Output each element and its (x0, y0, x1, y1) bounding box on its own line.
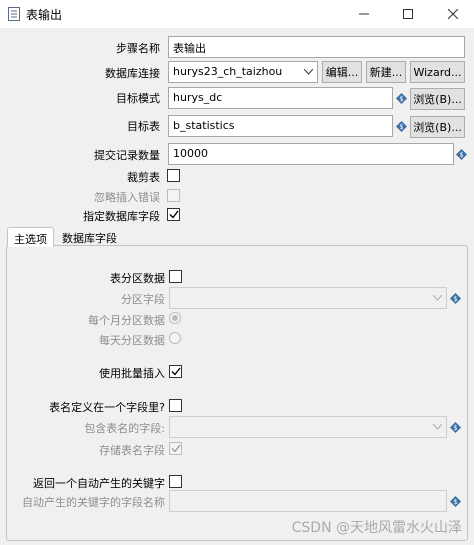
chevron-down-icon (303, 66, 313, 78)
maximize-button[interactable] (398, 4, 418, 24)
check-icon (171, 367, 181, 376)
svg-text:$: $ (453, 498, 457, 506)
close-button[interactable] (443, 4, 463, 24)
minimize-button[interactable] (354, 4, 374, 24)
monthly-partition-label: 每个月分区数据 (88, 314, 165, 327)
variable-icon: $ (396, 93, 407, 104)
key-field-name-label: 自动产生的关键字的字段名称 (22, 496, 165, 509)
window-title: 表输出 (26, 8, 63, 22)
specify-fields-label: 指定数据库字段 (83, 210, 160, 223)
table-in-field-checkbox[interactable] (169, 399, 182, 412)
batch-insert-label: 使用批量插入 (99, 367, 165, 380)
batch-insert-checkbox[interactable] (169, 365, 182, 378)
tab-database-fields[interactable]: 数据库字段 (56, 227, 123, 247)
store-table-name-checkbox[interactable] (169, 442, 182, 455)
variable-icon: $ (396, 121, 407, 132)
browse-schema-button[interactable]: 浏览(B)... (410, 88, 465, 110)
variable-icon: $ (450, 293, 461, 304)
table-name-field-label: 包含表名的字段: (84, 422, 165, 435)
truncate-checkbox[interactable] (167, 169, 180, 182)
variable-icon: $ (450, 422, 461, 433)
connection-value: hurys23_ch_taizhou (173, 65, 283, 78)
svg-text:$: $ (399, 123, 403, 131)
chevron-down-icon (432, 292, 442, 304)
table-input[interactable]: b_statistics (168, 115, 393, 137)
svg-text:$: $ (399, 95, 403, 103)
variable-icon: $ (456, 149, 467, 160)
app-icon (8, 7, 20, 21)
truncate-label: 裁剪表 (127, 171, 160, 184)
svg-text:$: $ (453, 295, 457, 303)
ignore-errors-label: 忽略插入错误 (94, 191, 160, 204)
specify-fields-checkbox[interactable] (167, 208, 180, 221)
svg-text:$: $ (459, 151, 463, 159)
svg-text:$: $ (453, 424, 457, 432)
browse-table-button[interactable]: 浏览(B)... (410, 116, 465, 138)
commit-size-label: 提交记录数量 (94, 149, 160, 162)
tab-main-options[interactable]: 主选项 (7, 227, 54, 247)
edit-connection-button[interactable]: 编辑... (322, 61, 362, 83)
step-name-label: 步骤名称 (116, 42, 160, 55)
chevron-down-icon (432, 421, 442, 433)
partition-label: 表分区数据 (110, 272, 165, 285)
ignore-errors-checkbox[interactable] (167, 189, 180, 202)
daily-partition-radio[interactable] (169, 332, 181, 344)
wizard-button[interactable]: Wizard... (410, 61, 465, 83)
partition-checkbox[interactable] (169, 270, 182, 283)
check-icon (169, 210, 179, 219)
check-icon (171, 444, 181, 453)
watermark: CSDN @天地风雷水火山泽 (291, 520, 462, 536)
table-label: 目标表 (127, 120, 160, 133)
partition-field-select[interactable] (169, 287, 447, 309)
schema-input[interactable]: hurys_dc (168, 87, 393, 109)
step-name-input[interactable]: 表输出 (168, 36, 465, 58)
connection-select[interactable]: hurys23_ch_taizhou (168, 61, 318, 83)
table-name-field-select[interactable] (169, 416, 447, 438)
radio-dot (172, 315, 178, 321)
schema-label: 目标模式 (116, 92, 160, 105)
return-key-label: 返回一个自动产生的关键字 (33, 477, 165, 490)
partition-field-label: 分区字段 (121, 293, 165, 306)
store-table-name-label: 存储表名字段 (99, 444, 165, 457)
monthly-partition-radio[interactable] (169, 312, 181, 324)
key-field-name-input[interactable] (169, 490, 447, 512)
title-bar: 表输出 (0, 0, 474, 28)
commit-size-input[interactable]: 10000 (168, 143, 454, 165)
return-key-checkbox[interactable] (169, 475, 182, 488)
table-in-field-label: 表名定义在一个字段里? (49, 401, 165, 414)
connection-label: 数据库连接 (105, 67, 160, 80)
daily-partition-label: 每天分区数据 (99, 334, 165, 347)
new-connection-button[interactable]: 新建... (366, 61, 406, 83)
variable-icon: $ (450, 496, 461, 507)
